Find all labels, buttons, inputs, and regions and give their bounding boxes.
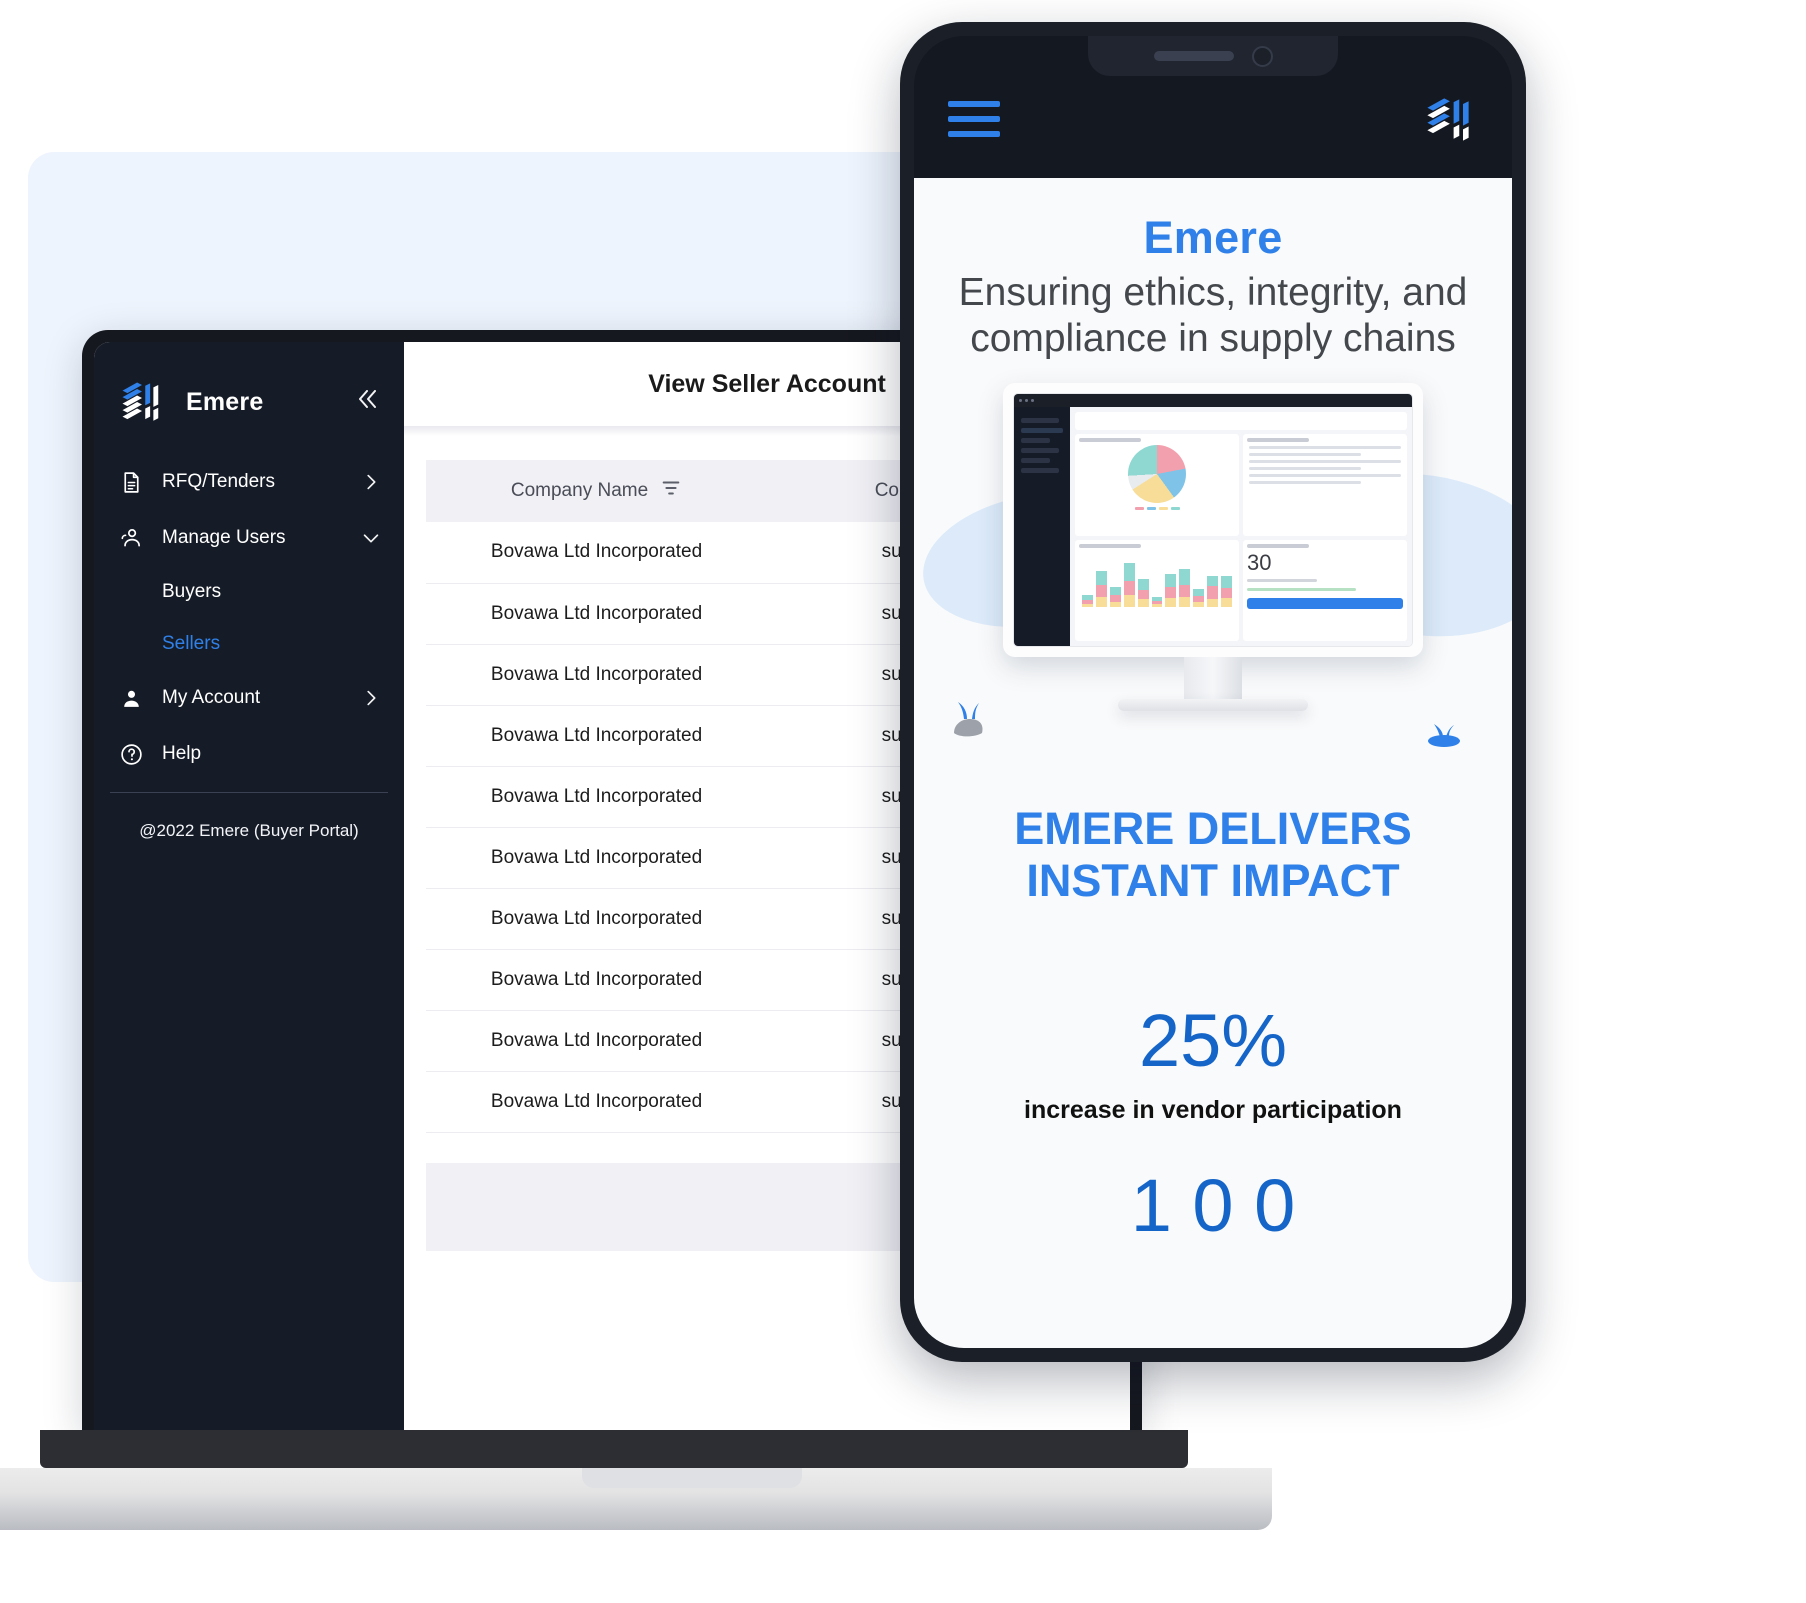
phone-screen: Emere Ensuring ethics, integrity, and co… xyxy=(914,178,1512,1348)
sidebar-item-rfq-tenders[interactable]: RFQ/Tenders xyxy=(94,454,404,510)
phone-notch xyxy=(1088,36,1338,76)
hero-brand: Emere xyxy=(1143,212,1283,263)
sidebar-item-label: Manage Users xyxy=(162,527,286,548)
dashboard-stat-value: 30 xyxy=(1247,549,1272,575)
browser-chrome xyxy=(1014,394,1412,408)
cell-company-name: Bovawa Ltd Incorporated xyxy=(426,888,768,950)
recent-list-card xyxy=(1243,434,1407,536)
hero-section: Emere Ensuring ethics, integrity, and co… xyxy=(914,178,1512,361)
sidebar-item-my-account[interactable]: My Account xyxy=(94,670,404,726)
chevron-down-icon xyxy=(360,527,382,549)
emere-logo-icon xyxy=(1418,89,1478,149)
chevron-right-icon xyxy=(360,687,382,709)
question-circle-icon xyxy=(116,742,146,767)
bar-chart-card xyxy=(1075,539,1239,642)
sidebar-copyright: @2022 Emere (Buyer Portal) xyxy=(110,792,388,869)
screenshot-stage: Emere RFQ/Tenders Manage Users Buyers Se… xyxy=(0,0,1806,1603)
cell-company-name: Bovawa Ltd Incorporated xyxy=(426,522,768,584)
sidebar-brand: Emere xyxy=(94,342,404,454)
chevron-right-icon xyxy=(360,471,382,493)
cell-company-name: Bovawa Ltd Incorporated xyxy=(426,1010,768,1072)
cell-company-name: Bovawa Ltd Incorporated xyxy=(426,705,768,767)
dashboard-sidebar xyxy=(1014,407,1070,647)
sidebar-item-help[interactable]: Help xyxy=(94,726,404,782)
chevron-double-left-icon[interactable] xyxy=(352,384,382,420)
sidebar-subitem-label: Sellers xyxy=(162,633,221,654)
cell-company-name: Bovawa Ltd Incorporated xyxy=(426,1071,768,1133)
cell-company-name: Bovawa Ltd Incorporated xyxy=(426,583,768,645)
monitor-frame: 30 xyxy=(1003,383,1423,658)
sidebar-item-label: Help xyxy=(162,743,202,764)
laptop-trackpad-notch xyxy=(582,1468,802,1488)
stat-value-primary: 25% xyxy=(1138,998,1288,1082)
column-header-label: Company Name xyxy=(510,480,649,501)
bar-chart xyxy=(1079,551,1235,607)
sidebar-item-label: RFQ/Tenders xyxy=(162,471,275,492)
monitor-neck xyxy=(1184,657,1242,700)
document-icon xyxy=(116,470,146,495)
cell-company-name: Bovawa Ltd Incorporated xyxy=(426,766,768,828)
column-header-company-name[interactable]: Company Name xyxy=(426,460,768,522)
users-icon xyxy=(116,525,146,551)
filter-icon[interactable] xyxy=(660,477,682,505)
dashboard-mock: 30 xyxy=(1014,407,1412,647)
impact-line-2: INSTANT IMPACT xyxy=(1026,855,1400,907)
sidebar-nav: RFQ/Tenders Manage Users Buyers Sellers … xyxy=(94,454,404,792)
plant-rock-icon xyxy=(950,697,998,741)
stat-caption-primary: increase in vendor participation xyxy=(1024,1095,1402,1124)
dashboard-cards: 30 xyxy=(1075,434,1407,642)
phone-body: Emere Ensuring ethics, integrity, and co… xyxy=(914,36,1512,1348)
cell-company-name: Bovawa Ltd Incorporated xyxy=(426,827,768,889)
user-icon xyxy=(116,686,146,711)
dashboard-toolbar xyxy=(1075,412,1407,431)
emere-logo-icon xyxy=(116,376,168,428)
monitor-illustration: 30 xyxy=(1003,383,1423,712)
sidebar-item-manage-users[interactable]: Manage Users xyxy=(94,510,404,566)
sidebar-subitem-label: Buyers xyxy=(162,581,222,602)
pie-chart xyxy=(1128,445,1186,504)
phone-speaker xyxy=(1153,51,1234,61)
monitor-display: 30 xyxy=(1013,393,1413,648)
cell-company-name: Bovawa Ltd Incorporated xyxy=(426,644,768,706)
monitor-stand xyxy=(1118,699,1308,712)
sidebar-filler xyxy=(94,869,404,1430)
sidebar-brand-label: Emere xyxy=(186,387,264,416)
phone-camera-icon xyxy=(1251,45,1273,67)
page-title: View Seller Account xyxy=(648,369,886,398)
impact-line-1: EMERE DELIVERS xyxy=(1014,803,1412,855)
impact-headline: EMERE DELIVERS INSTANT IMPACT xyxy=(914,803,1512,907)
plant-icon xyxy=(1422,721,1466,751)
phone-device: Emere Ensuring ethics, integrity, and co… xyxy=(900,22,1526,1362)
sidebar-item-label: My Account xyxy=(162,687,261,708)
sidebar-item-buyers[interactable]: Buyers xyxy=(94,566,404,618)
stat-value-secondary: 1 0 0 xyxy=(1130,1163,1296,1247)
hero-tagline: Ensuring ethics, integrity, and complian… xyxy=(958,271,1468,360)
dashboard-cta-button[interactable] xyxy=(1247,597,1403,609)
sidebar-item-sellers[interactable]: Sellers xyxy=(94,618,404,670)
cell-company-name: Bovawa Ltd Incorporated xyxy=(426,949,768,1011)
stat-card: 30 xyxy=(1243,539,1407,642)
hamburger-menu-icon[interactable] xyxy=(948,101,1000,137)
sidebar: Emere RFQ/Tenders Manage Users Buyers Se… xyxy=(94,342,404,1430)
dashboard-body: 30 xyxy=(1070,407,1412,647)
pie-chart-card xyxy=(1075,434,1239,536)
hero-illustration: 30 xyxy=(914,375,1512,795)
laptop-base xyxy=(40,1430,1188,1468)
stats-section: 25% increase in vendor participation 1 0… xyxy=(914,998,1512,1247)
